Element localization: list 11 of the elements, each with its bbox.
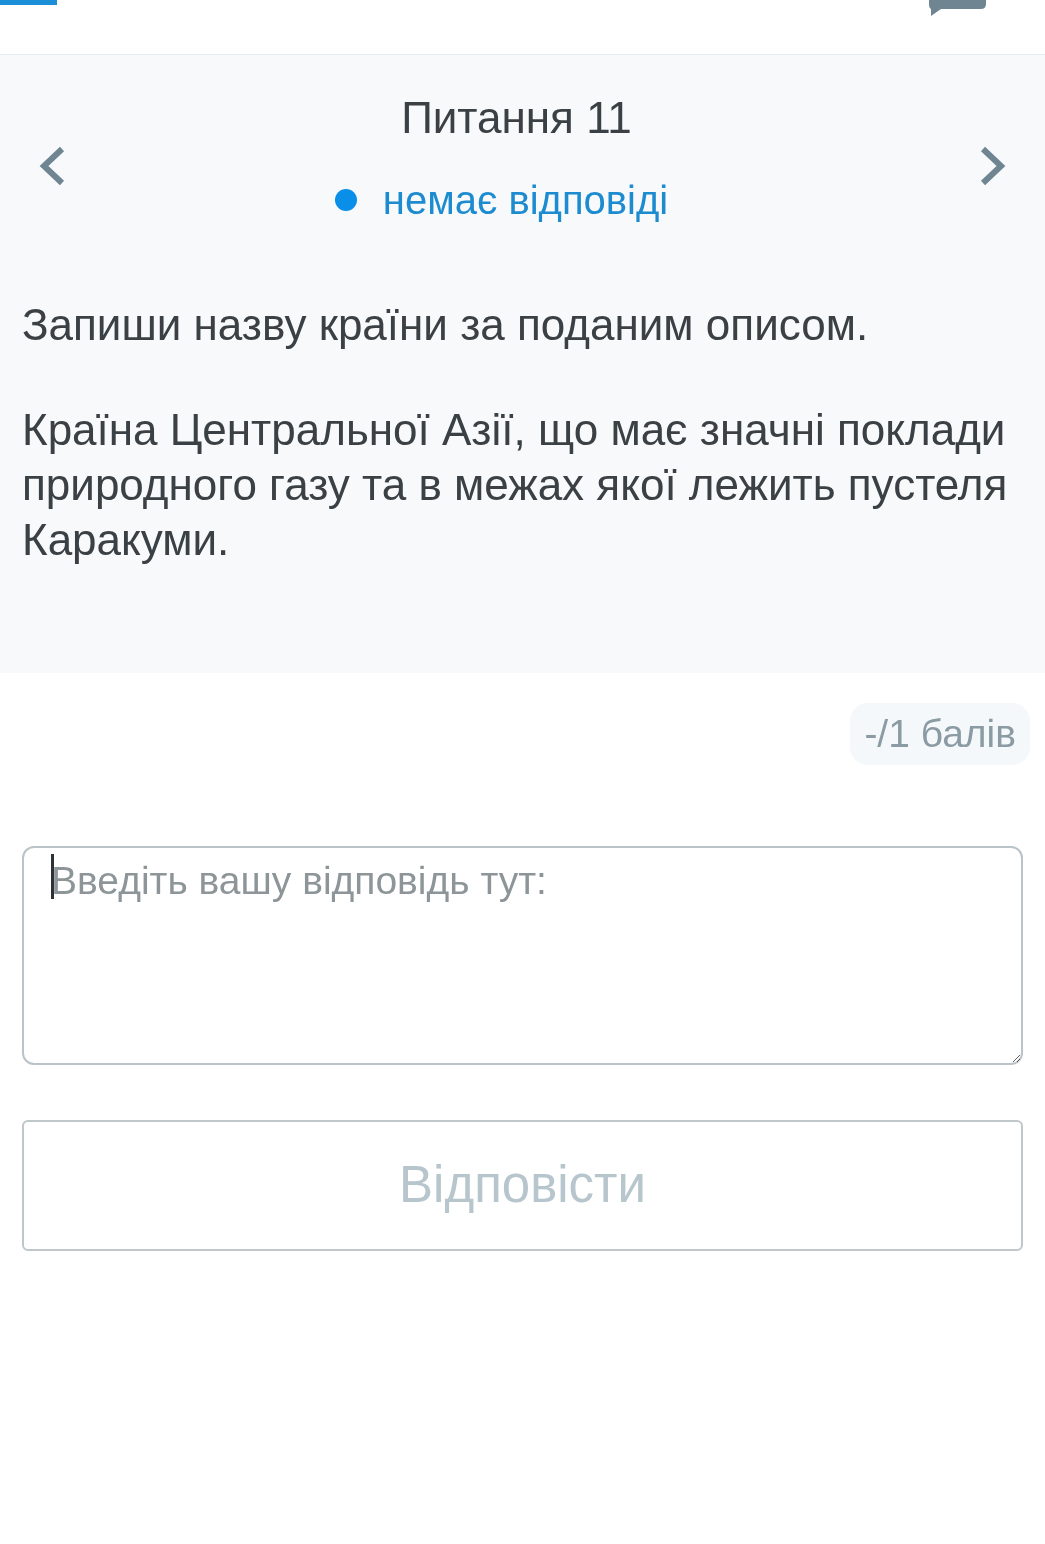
score-badge: -/1 балів bbox=[850, 703, 1030, 765]
chevron-right-icon bbox=[979, 145, 1007, 187]
question-title: Питання 11 bbox=[401, 95, 632, 141]
chat-icon[interactable] bbox=[929, 0, 987, 16]
status-dot-icon bbox=[334, 189, 357, 211]
question-text: Країна Центральної Азії, що має значні поклади природного газу та в межах якої лежить пустеля Каракуми. bbox=[22, 404, 1009, 566]
answer-status: немає відповіді bbox=[382, 179, 669, 221]
question-prompt: Запиши назву країни за поданим описом. bbox=[22, 299, 870, 351]
chevron-left-icon bbox=[38, 145, 66, 187]
text-cursor-icon bbox=[51, 854, 54, 899]
answer-field[interactable]: Введіть вашу відповідь тут: bbox=[22, 846, 1023, 1065]
